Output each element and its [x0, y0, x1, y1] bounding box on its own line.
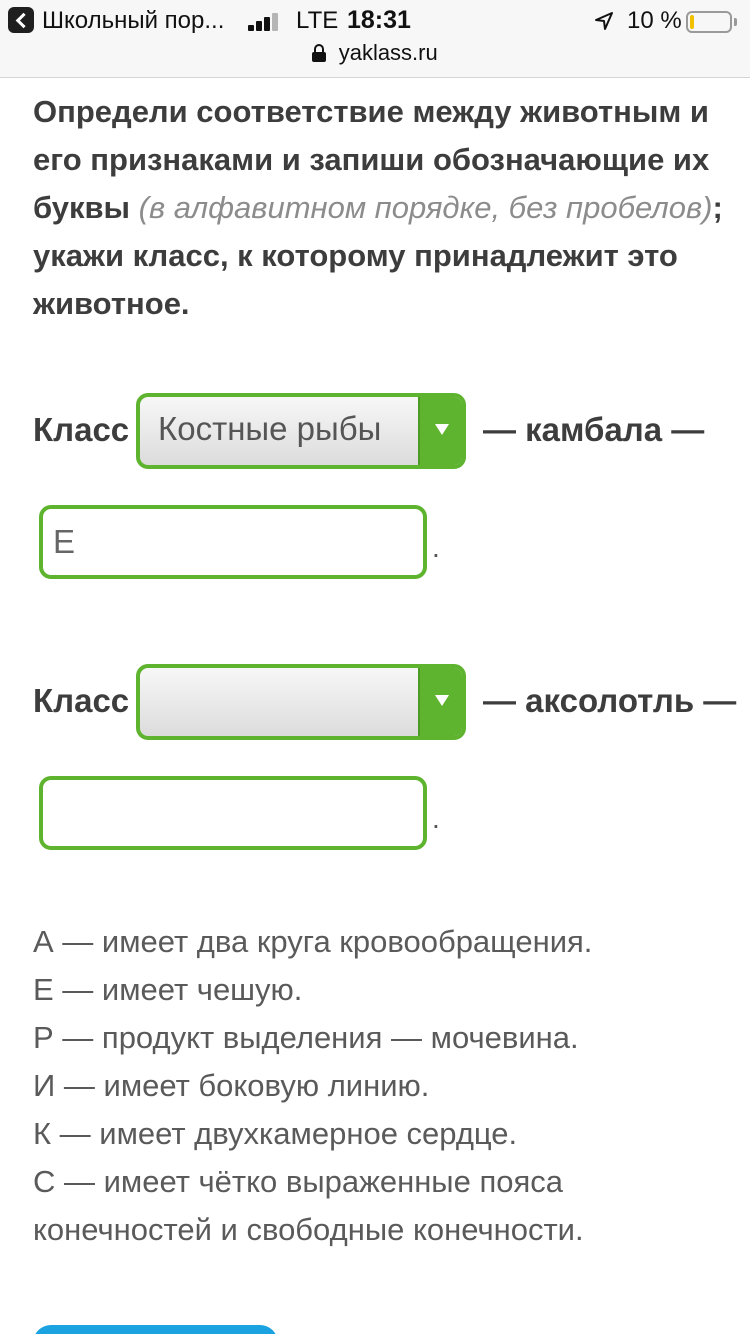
lock-icon	[312, 44, 327, 62]
animal-label: — аксолотль —	[483, 682, 737, 719]
status-time: 18:31	[347, 6, 411, 34]
option-item: И — имеет боковую линию.	[33, 1068, 430, 1103]
question-hint: (в алфавитном порядке, без пробелов)	[138, 190, 713, 225]
period: .	[432, 532, 440, 563]
submit-button[interactable]	[33, 1325, 278, 1334]
question-text: Определи соответствие между животным и е…	[33, 88, 723, 328]
option-item: С — имеет чётко выраженные пояса конечно…	[33, 1164, 584, 1247]
dropdown-arrow-icon[interactable]	[418, 397, 462, 465]
back-app-label[interactable]: Школьный пор...	[42, 7, 224, 35]
class-label: Класс	[33, 411, 130, 448]
option-item: Р — продукт выделения — мочевина.	[33, 1020, 579, 1055]
answer-input-2[interactable]	[39, 776, 427, 850]
class-label: Класс	[33, 682, 130, 719]
option-item: Е — имеет чешую.	[33, 972, 303, 1007]
location-arrow-icon	[595, 12, 613, 30]
status-bar: Школьный пор... LTE 18:31 10 % yaklass.r…	[0, 0, 750, 78]
url-text[interactable]: yaklass.ru	[339, 40, 438, 66]
battery-level	[690, 15, 694, 29]
answer-input-value: Е	[53, 523, 76, 560]
signal-icon	[248, 13, 282, 31]
battery-percent: 10 %	[627, 7, 682, 34]
battery-icon	[686, 11, 732, 33]
options-list: А — имеет два круга кровообращения. Е — …	[33, 918, 723, 1254]
class-select-1[interactable]: Костные рыбы	[136, 393, 466, 469]
period: .	[432, 803, 440, 834]
address-bar[interactable]: yaklass.ru	[0, 40, 750, 70]
dropdown-arrow-icon[interactable]	[418, 668, 462, 736]
answer-input-1[interactable]: Е	[39, 505, 427, 579]
class-select-value: Костные рыбы	[158, 410, 382, 447]
option-item: А — имеет два круга кровообращения.	[33, 924, 593, 959]
animal-label: — камбала —	[483, 411, 705, 448]
carrier-label: LTE	[296, 7, 339, 34]
back-to-app-icon[interactable]	[8, 7, 34, 33]
option-item: К — имеет двухкамерное сердце.	[33, 1116, 518, 1151]
class-select-2[interactable]	[136, 664, 466, 740]
